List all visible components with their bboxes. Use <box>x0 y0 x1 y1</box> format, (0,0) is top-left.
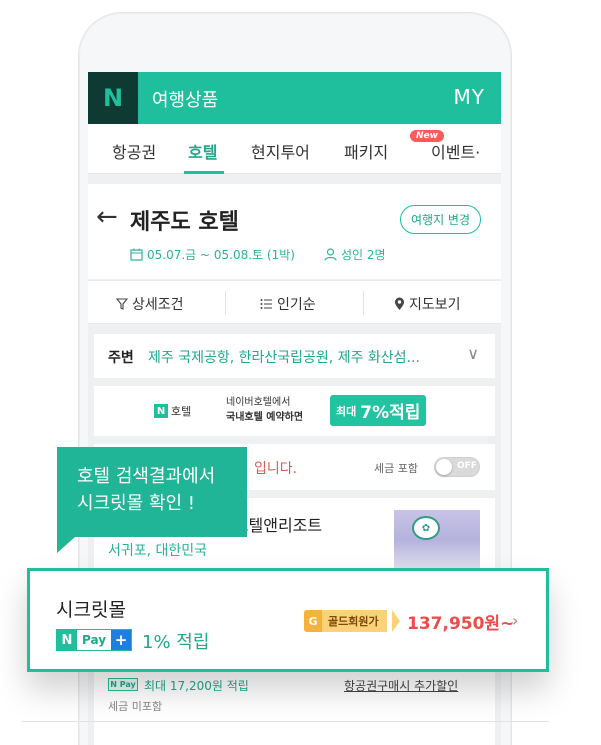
nearby-places: 제주 국제공항, 한라산국립공원, 제주 화산섬... <box>148 350 420 366</box>
top-bar: N 여행상품 MY <box>88 72 501 124</box>
sort-button[interactable]: 인기순 <box>260 294 316 314</box>
toggle-state: OFF <box>457 461 477 471</box>
date-selector[interactable]: 05.07.금 ~ 05.08.토 (1박) <box>130 246 295 263</box>
result-notice: 입니다. <box>254 461 298 477</box>
sort-label: 인기순 <box>277 297 316 313</box>
airline-discount-link[interactable]: 항공권구매시 추가할인 <box>344 677 458 694</box>
map-pin-icon <box>395 297 404 310</box>
promo-hotel-label: 호텔 <box>171 405 192 418</box>
person-icon <box>324 248 337 261</box>
map-view-label: 지도보기 <box>409 297 461 313</box>
filter-bar: 상세조건 인기순 지도보기 <box>88 280 501 324</box>
hotel-location: 서귀포, 대한민국 <box>108 543 208 559</box>
npay-plus-badge: N Pay + <box>56 629 133 651</box>
tax-include-toggle[interactable]: OFF <box>434 457 480 477</box>
tab-flights[interactable]: 항공권 <box>112 139 156 163</box>
max-points-text: 최대 17,200원 적립 <box>144 679 249 693</box>
pay-label: Pay <box>82 633 107 647</box>
active-tab-indicator <box>184 171 224 174</box>
tab-events[interactable]: 이벤트· <box>431 139 480 163</box>
tax-include-label: 세금 포함 <box>374 462 418 475</box>
divider <box>225 291 226 315</box>
hotel-thumbnail[interactable]: ✿ <box>394 510 480 570</box>
guest-count: 성인 2명 <box>341 248 386 262</box>
list-icon <box>260 299 272 309</box>
promo-banner[interactable]: N 호텔 네이버호텔에서 국내호텔 예약하면 최대 7%적립 <box>94 386 495 436</box>
guest-selector[interactable]: 성인 2명 <box>324 246 386 263</box>
change-destination-button[interactable]: 여행지 변경 <box>399 205 481 234</box>
hotel-emblem-icon: ✿ <box>412 516 440 540</box>
nearby-label: 주변 <box>108 350 134 366</box>
category-tabs: 항공권 호텔 현지투어 패키지 New 이벤트· <box>88 124 501 174</box>
gold-member-badge: G 골드회원가 <box>304 610 387 632</box>
calendar-icon <box>130 248 143 261</box>
naver-n-icon: N <box>154 404 168 418</box>
promo-badge-value: 7%적립 <box>360 403 421 423</box>
points-rate: 1% 적립 <box>142 632 210 653</box>
gold-member-label: 골드회원가 <box>328 615 379 628</box>
promo-badge-prefix: 최대 <box>336 404 357 418</box>
member-price: 137,950원~ <box>407 614 515 634</box>
tooltip-line-2: 시크릿몰 확인 ! <box>77 493 196 514</box>
page-title: 제주도 호텔 <box>130 210 239 235</box>
promo-line-2: 국내호텔 예약하면 <box>226 412 304 423</box>
chevron-down-icon[interactable]: ∨ <box>467 344 479 363</box>
tooltip-tail <box>57 537 75 553</box>
secret-mall-title: 시크릿몰 <box>56 599 126 621</box>
detail-filter-button[interactable]: 상세조건 <box>116 294 184 314</box>
tab-local-tours[interactable]: 현지투어 <box>251 139 310 163</box>
promo-line-1: 네이버호텔에서 <box>226 397 291 408</box>
divider <box>22 721 549 722</box>
back-arrow-icon[interactable]: ← <box>96 202 118 232</box>
search-header-card: ← 제주도 호텔 여행지 변경 05.07.금 ~ 05.08.토 (1박) 성… <box>88 184 501 279</box>
tab-packages[interactable]: 패키지 <box>344 139 388 163</box>
chevron-right-icon[interactable]: › <box>512 611 518 630</box>
toggle-knob <box>436 459 452 475</box>
plus-icon: + <box>111 630 132 650</box>
promo-points-badge: 최대 7%적립 <box>330 395 427 426</box>
map-view-button[interactable]: 지도보기 <box>394 294 461 314</box>
gold-badge-arrow <box>392 610 400 632</box>
tax-excluded-text: 세금 미포함 <box>108 700 163 713</box>
filter-icon <box>116 298 128 310</box>
naver-n-icon: N <box>57 630 77 650</box>
secret-mall-card[interactable]: 시크릿몰 N Pay + 1% 적립 G 골드회원가 137,950원~ › <box>27 568 549 672</box>
promo-text: 네이버호텔에서 국내호텔 예약하면 <box>226 395 303 425</box>
my-button[interactable]: MY <box>454 85 485 109</box>
divider <box>363 291 364 315</box>
tooltip-line-1: 호텔 검색결과에서 <box>77 466 216 487</box>
detail-filter-label: 상세조건 <box>132 297 184 313</box>
naver-logo[interactable]: N <box>88 72 138 124</box>
npay-small-icon: N Pay <box>108 678 138 691</box>
gold-g-icon: G <box>304 610 322 632</box>
app-title: 여행상품 <box>152 90 219 111</box>
tab-hotels[interactable]: 호텔 <box>188 139 217 163</box>
date-range: 05.07.금 ~ 05.08.토 (1박) <box>147 248 295 262</box>
nearby-landmarks-row[interactable]: 주변 제주 국제공항, 한라산국립공원, 제주 화산섬... ∨ <box>94 334 495 378</box>
tooltip-bubble: 호텔 검색결과에서 시크릿몰 확인 ! <box>57 447 247 537</box>
